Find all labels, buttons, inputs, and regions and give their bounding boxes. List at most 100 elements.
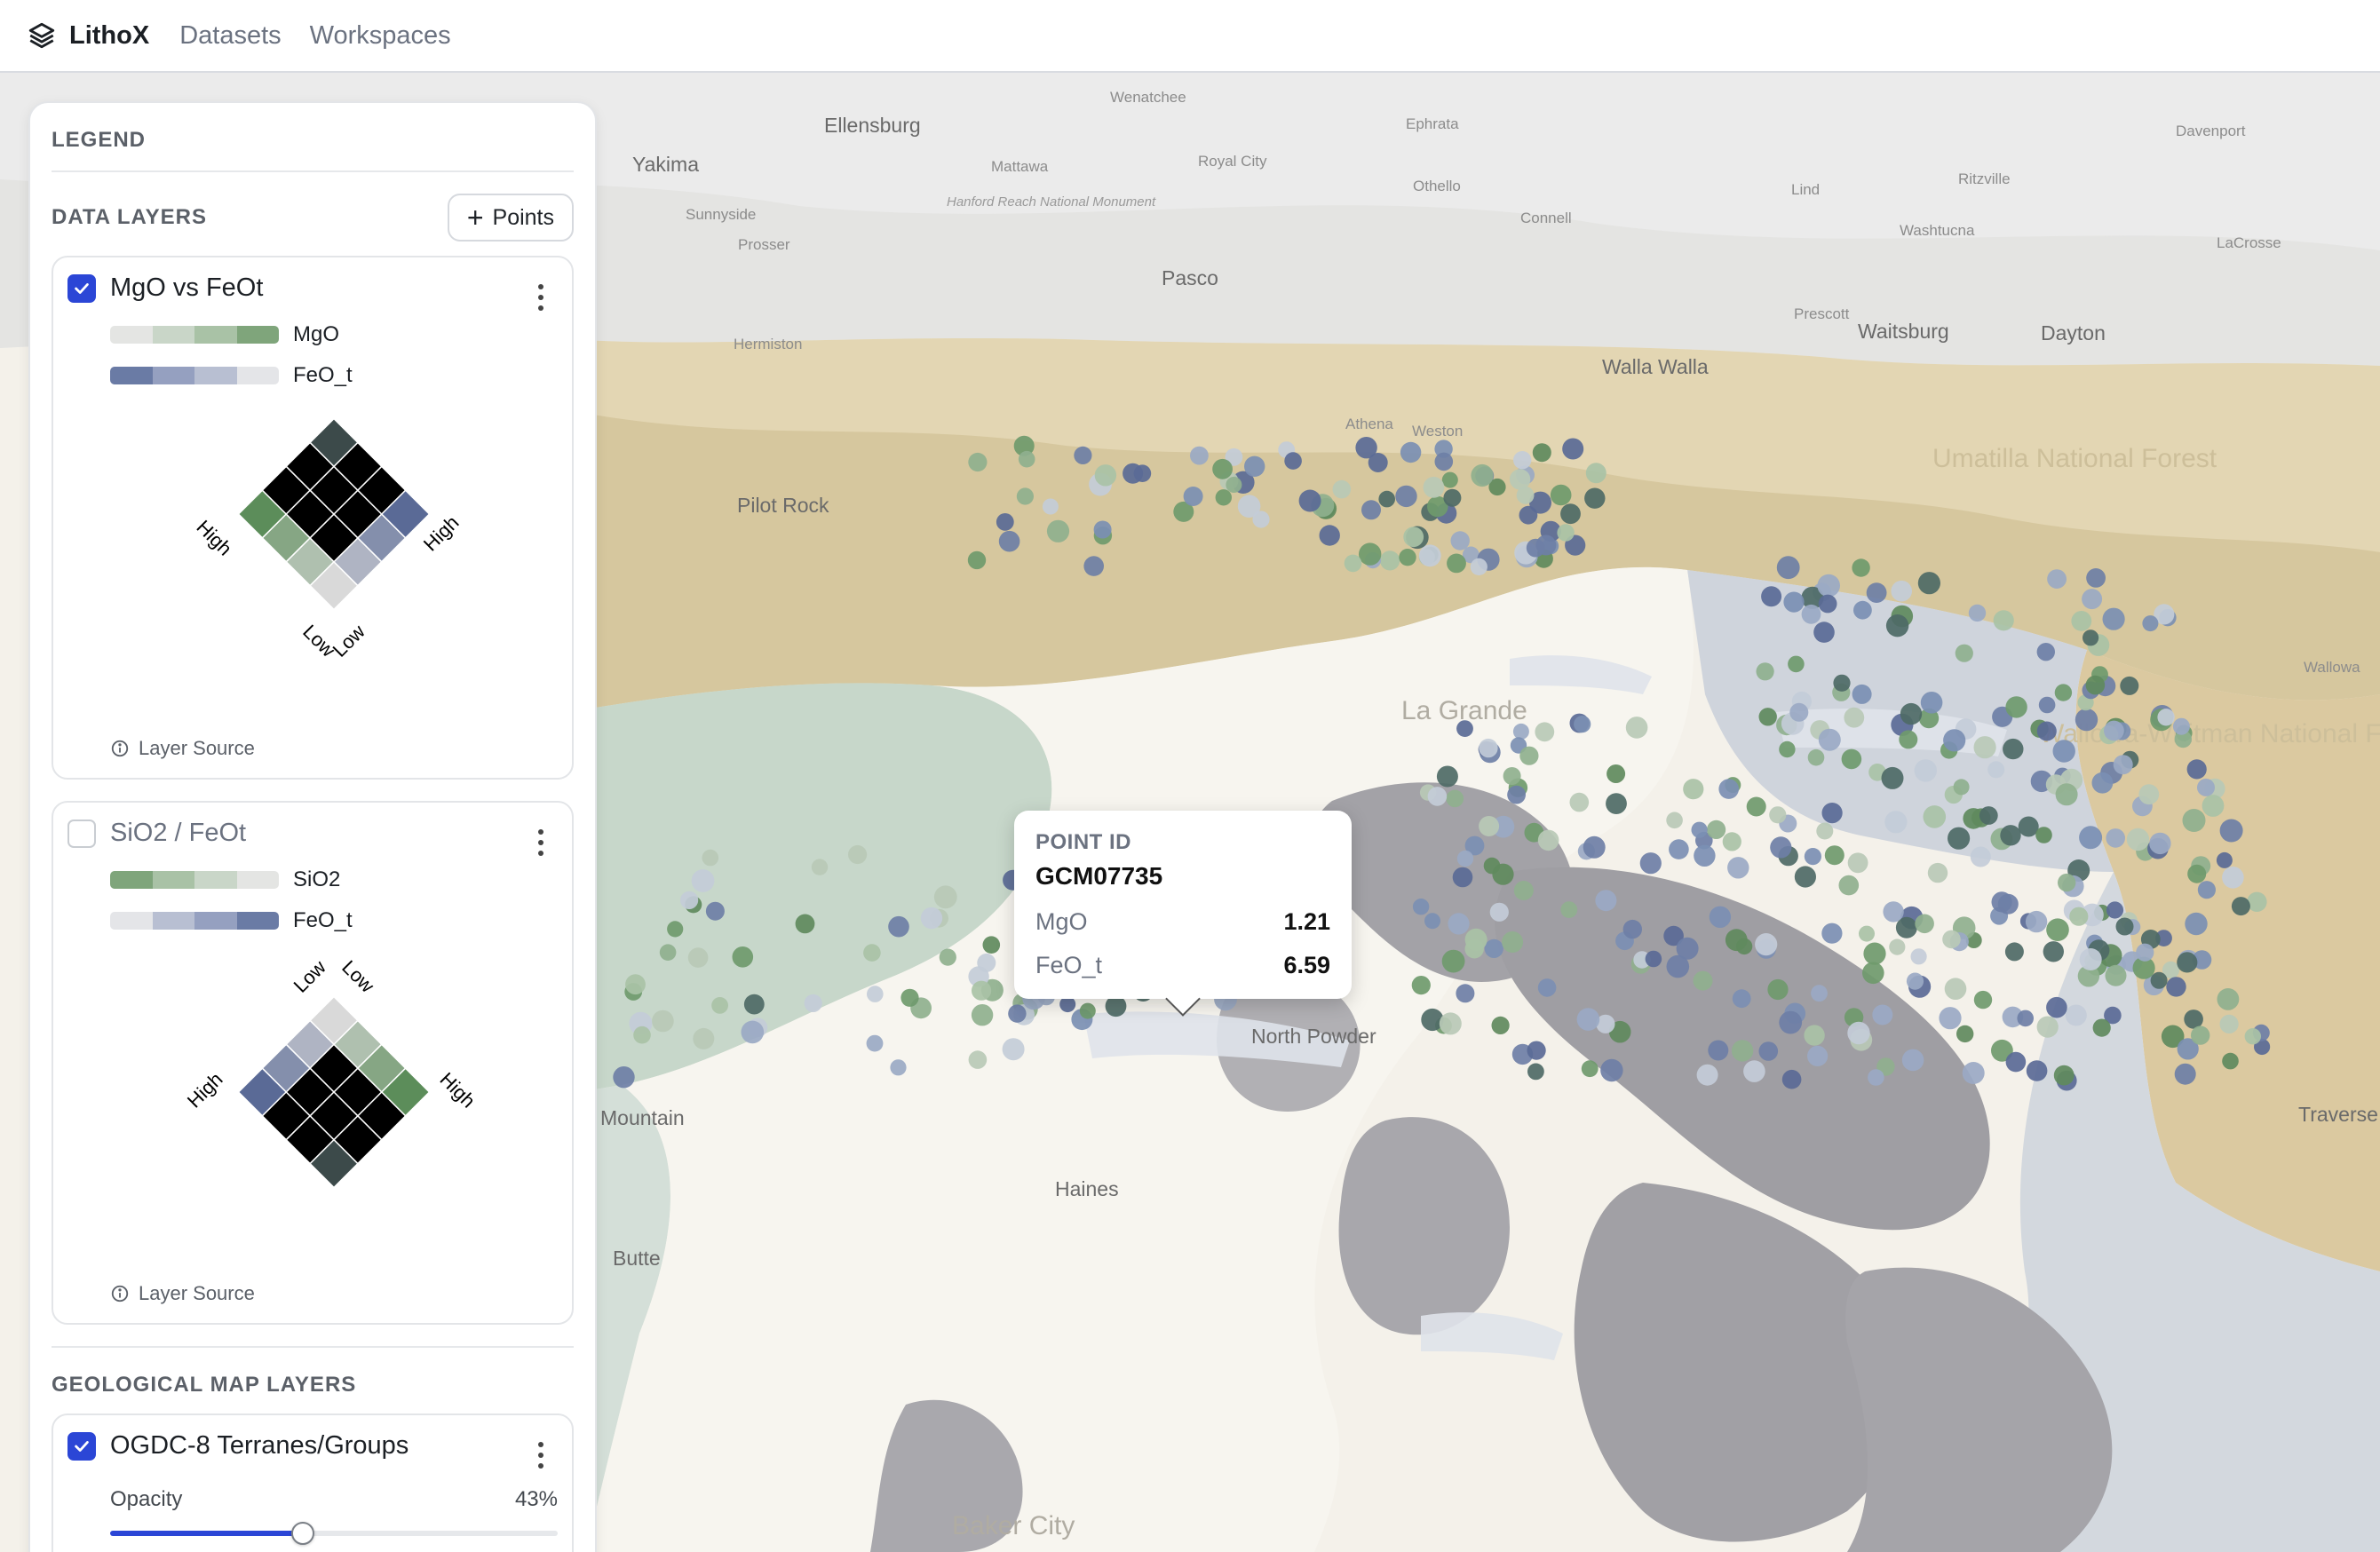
sample-point[interactable] — [1479, 738, 1498, 758]
sample-point[interactable] — [1600, 1058, 1623, 1082]
sample-point[interactable] — [1944, 978, 1967, 1000]
sample-point[interactable] — [1622, 919, 1643, 939]
sample-point[interactable] — [2018, 816, 2039, 837]
sample-point[interactable] — [1436, 765, 1458, 788]
sample-point[interactable] — [2191, 1025, 2210, 1045]
sample-point[interactable] — [939, 948, 956, 966]
sample-point[interactable] — [2086, 568, 2106, 588]
sample-point[interactable] — [866, 1034, 884, 1052]
sample-point[interactable] — [1535, 722, 1555, 742]
sample-point[interactable] — [1801, 604, 1821, 624]
sample-point[interactable] — [1537, 978, 1557, 997]
sample-point[interactable] — [1756, 662, 1774, 681]
sample-point[interactable] — [1844, 707, 1865, 728]
sample-point[interactable] — [1847, 852, 1868, 874]
sample-point[interactable] — [968, 452, 988, 472]
sample-point[interactable] — [1492, 863, 1514, 885]
sample-point[interactable] — [705, 901, 725, 921]
sample-point[interactable] — [1884, 811, 1908, 834]
sample-point[interactable] — [1872, 1004, 1893, 1025]
sample-point[interactable] — [1083, 556, 1104, 576]
sample-point[interactable] — [1502, 931, 1524, 953]
sample-point[interactable] — [1042, 498, 1059, 515]
sample-point[interactable] — [890, 1059, 907, 1076]
sample-point[interactable] — [1833, 674, 1851, 692]
sample-point[interactable] — [1732, 989, 1751, 1009]
sample-point[interactable] — [1456, 720, 1473, 737]
sample-point[interactable] — [2005, 1051, 2027, 1073]
sample-point[interactable] — [1441, 949, 1465, 973]
sample-point[interactable] — [1927, 862, 1948, 883]
sample-point[interactable] — [711, 997, 728, 1014]
sample-point[interactable] — [848, 844, 868, 865]
sample-point[interactable] — [2166, 977, 2186, 997]
sample-point[interactable] — [2202, 795, 2225, 817]
sample-point[interactable] — [1441, 471, 1458, 488]
sample-point[interactable] — [1606, 764, 1626, 783]
sample-point[interactable] — [2197, 778, 2215, 796]
sample-point[interactable] — [2052, 740, 2075, 763]
sample-point[interactable] — [1758, 1041, 1779, 1061]
sample-point[interactable] — [1789, 702, 1809, 722]
sample-point[interactable] — [811, 859, 829, 875]
sample-point[interactable] — [2126, 827, 2150, 851]
sample-point[interactable] — [2071, 611, 2092, 631]
sample-point[interactable] — [2217, 988, 2240, 1010]
sample-point[interactable] — [2079, 948, 2102, 970]
sample-point[interactable] — [996, 513, 1014, 531]
sample-point[interactable] — [1696, 1064, 1718, 1086]
sample-point[interactable] — [1183, 487, 1203, 506]
sample-point[interactable] — [2025, 910, 2048, 933]
sample-point[interactable] — [1811, 985, 1828, 1002]
sample-point[interactable] — [1883, 901, 1904, 922]
sample-point[interactable] — [2219, 1014, 2239, 1033]
sample-point[interactable] — [968, 1050, 988, 1069]
sample-point[interactable] — [1788, 655, 1805, 673]
sample-point[interactable] — [1002, 1038, 1025, 1061]
sample-point[interactable] — [1779, 1010, 1803, 1034]
sample-point[interactable] — [2003, 738, 2024, 760]
sample-point[interactable] — [2106, 901, 2124, 919]
sample-point[interactable] — [2082, 630, 2099, 646]
sample-point[interactable] — [1479, 816, 1500, 836]
sample-point[interactable] — [1914, 759, 1937, 782]
sample-point[interactable] — [2244, 1028, 2261, 1045]
sample-point[interactable] — [2043, 941, 2064, 962]
sample-point[interactable] — [2026, 1060, 2048, 1081]
sample-point[interactable] — [2005, 696, 2027, 718]
sample-point[interactable] — [1968, 604, 1987, 622]
sample-point[interactable] — [1569, 792, 1590, 812]
sample-point[interactable] — [1769, 806, 1787, 824]
sample-point[interactable] — [1761, 586, 1782, 607]
sample-point[interactable] — [1079, 1002, 1096, 1019]
sample-point[interactable] — [977, 953, 996, 972]
sample-point[interactable] — [1443, 488, 1462, 507]
sample-point[interactable] — [1973, 736, 1996, 759]
sample-point[interactable] — [1970, 846, 1991, 867]
sample-point[interactable] — [1215, 489, 1233, 506]
sample-point[interactable] — [1424, 913, 1440, 930]
sample-point[interactable] — [1439, 1012, 1462, 1035]
sample-point[interactable] — [972, 980, 992, 1001]
sample-point[interactable] — [1319, 525, 1340, 546]
sample-point[interactable] — [1841, 748, 1862, 770]
sample-point[interactable] — [1709, 906, 1732, 928]
sample-point[interactable] — [1683, 779, 1704, 800]
sample-point[interactable] — [1807, 1045, 1829, 1066]
sample-point[interactable] — [2054, 684, 2073, 701]
sample-point[interactable] — [1016, 487, 1034, 505]
sample-point[interactable] — [1948, 827, 1971, 850]
sample-point[interactable] — [2136, 943, 2154, 962]
sample-point[interactable] — [1743, 1060, 1765, 1082]
sample-point[interactable] — [1962, 1062, 1985, 1084]
layer-menu-icon[interactable] — [536, 284, 545, 311]
sample-point[interactable] — [667, 921, 684, 938]
sample-point[interactable] — [1456, 984, 1475, 1003]
sample-point[interactable] — [1942, 930, 1961, 949]
sample-point[interactable] — [1018, 450, 1035, 468]
sample-point[interactable] — [2106, 828, 2125, 848]
sample-point[interactable] — [1526, 538, 1545, 558]
sample-point[interactable] — [2222, 867, 2244, 889]
sample-point[interactable] — [1452, 867, 1473, 888]
sample-point[interactable] — [659, 944, 677, 961]
